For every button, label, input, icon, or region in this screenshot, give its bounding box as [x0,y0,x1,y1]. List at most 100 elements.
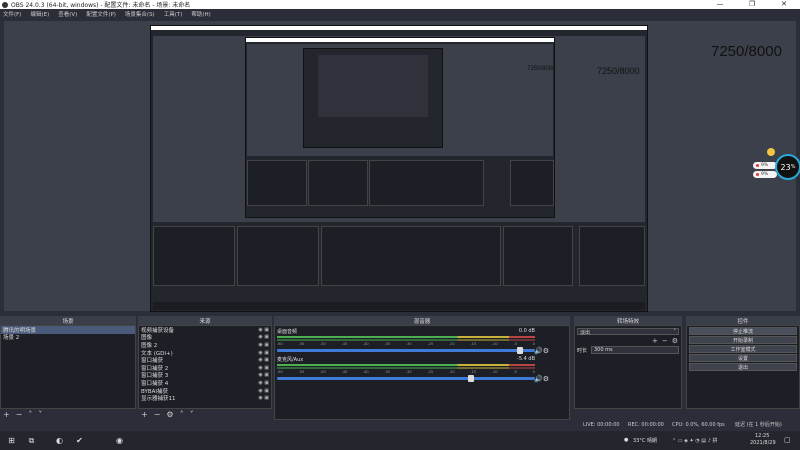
menu-profile[interactable]: 配置文件(P) [86,10,116,18]
scene-item[interactable]: 腾讯的明场景 [1,326,135,334]
controls-panel: 停止推流 开始录制 工作室模式 设置 退出 [686,325,800,409]
close-button[interactable]: ✕ [768,0,800,9]
visibility-lock-icon[interactable]: ◉ ▣ [258,395,269,401]
scale-tick: -55 [298,342,305,346]
scale-tick: -35 [384,370,391,374]
sources-list[interactable]: 视频捕获设备 ◉ ▣ 图像 ◉ ▣ 图像 2 ◉ ▣ 文本 (GDI+) ◉ ▣ 窗口捕… [138,325,272,409]
studio-mode-button[interactable]: 工作室模式 [689,345,797,353]
scale-tick: -5 [513,370,517,374]
menu-view[interactable]: 查看(V) [58,10,77,18]
scenes-header: 场景 [0,316,136,325]
menu-file[interactable]: 文件(F) [3,10,21,18]
steam-icon[interactable]: ✔ [74,435,85,446]
obs-logo-icon [2,1,8,8]
maximize-button[interactable]: ❐ [736,0,768,9]
scale-tick: -5 [513,342,517,346]
visibility-lock-icon[interactable]: ◉ ▣ [258,372,269,378]
menu-scene-collection[interactable]: 场景集合(S) [125,10,155,18]
remove-source-button[interactable]: − [154,410,161,419]
visibility-lock-icon[interactable]: ◉ ▣ [258,388,269,394]
stop-streaming-button[interactable]: 停止推流 [689,327,797,335]
menu-edit[interactable]: 编辑(E) [30,10,49,18]
system-tray-icons[interactable]: ⌃ ▭ ◈ ✦ ◔ ▤ ♪ 拼 [672,437,717,444]
lightbulb-icon [767,148,775,156]
notification-icon[interactable]: ▢ [784,436,791,444]
nested1-sources [237,226,319,286]
level-meter [277,336,535,338]
speaker-icon[interactable]: 🔊⚙ [534,347,549,355]
widget-pill-top: 9% [753,162,777,169]
volume-slider[interactable]: 🔊⚙ [277,347,549,355]
percent-sign: % [790,164,796,170]
duration-label: 时长 [577,347,588,354]
remove-scene-button[interactable]: − [16,410,23,419]
menu-tools[interactable]: 工具(T) [164,10,183,18]
move-down-button[interactable]: ˅ [38,410,42,419]
scale-tick: -30 [405,342,412,346]
volume-knob[interactable] [516,347,523,354]
nested-capture-1: 7250/8000 7250/8000 [150,25,648,312]
weather-text[interactable]: 33°C 晴朗 [633,437,657,444]
add-scene-button[interactable]: + [3,410,10,419]
clock-time[interactable]: 12:25 [755,433,769,439]
scale-tick: -50 [319,342,326,346]
scale-tick: -20 [448,342,455,346]
move-down-button[interactable]: ˅ [190,410,194,419]
task-view-icon[interactable]: ⧉ [26,435,37,446]
nested-titlebar-2 [246,38,554,42]
nested2-scenes [247,160,307,206]
visibility-lock-icon[interactable]: ◉ ▣ [258,380,269,386]
clock-date[interactable]: 2021/8/29 [750,440,776,446]
move-up-button[interactable]: ˄ [180,410,184,419]
mixer-channel-desktop: 桌面音频 0.0 dB -60 -55 -50 -45 -40 -35 -30 -25 -20 -1… [277,328,549,355]
windows-start-icon[interactable]: ⊞ [6,435,17,446]
controls-header: 控件 [686,316,800,325]
duration-input[interactable]: 300 ms [591,346,679,354]
scenes-list[interactable]: 腾讯的明场景 场景 2 [0,325,136,409]
source-item[interactable]: 显示器捕获11 ◉ ▣ [139,394,271,402]
mixer-channel-mic: 麦克风/Aux -5.4 dB -60 -55 -50 -45 -40 -35 -30 -25 -… [277,356,549,383]
visibility-lock-icon[interactable]: ◉ ▣ [258,350,269,356]
scale-tick: -30 [405,370,412,374]
transitions-panel: 淡出 ˅ + − ⚙ 时长 300 ms [574,325,682,409]
transition-type: 淡出 [580,330,591,336]
nested-preview-3 [318,55,428,117]
stat-dot-icon [756,164,759,167]
source-settings-gear-icon[interactable]: ⚙ [166,410,173,419]
menu-bar: 文件(F) 编辑(E) 查看(V) 配置文件(P) 场景集合(S) 工具(T) … [0,9,800,19]
chevron-down-icon: ˅ [673,329,677,335]
obs-taskbar-icon[interactable]: ◉ [114,435,125,446]
nested-capture-2 [245,37,555,218]
visibility-lock-icon[interactable]: ◉ ▣ [258,334,269,340]
add-source-button[interactable]: + [141,410,148,419]
edge-browser-icon[interactable]: ◐ [54,435,65,446]
volume-slider[interactable]: 🔊⚙ [277,375,549,383]
level-meter [277,339,535,341]
source-item[interactable]: 视频捕获设备 ◉ ▣ [139,326,271,334]
visibility-lock-icon[interactable]: ◉ ▣ [258,342,269,348]
volume-knob[interactable] [467,375,474,382]
channel-db: 0.0 dB [518,328,535,334]
nested1-taskbar [153,302,645,310]
menu-help[interactable]: 帮助(H) [191,10,210,18]
visibility-lock-icon[interactable]: ◉ ▣ [258,357,269,363]
remove-transition-button[interactable]: − [662,337,668,345]
transition-select[interactable]: 淡出 ˅ [577,328,679,336]
visibility-lock-icon[interactable]: ◉ ▣ [258,327,269,333]
counter-medium: 7250/8000 [597,66,640,76]
nested-preview-1: 7250/8000 7250/8000 [153,36,645,222]
scene-item[interactable]: 场景 2 [1,334,135,341]
exit-button[interactable]: 退出 [689,363,797,371]
preview-canvas[interactable]: 7250/8000 7250/8000 7250/8000 9% 9% 23% [4,21,800,312]
transition-gear-icon[interactable]: ⚙ [672,337,678,345]
transition-toolbar: + − ⚙ [575,337,681,345]
settings-button[interactable]: 设置 [689,354,797,362]
visibility-lock-icon[interactable]: ◉ ▣ [258,365,269,371]
speaker-icon[interactable]: 🔊⚙ [534,375,549,383]
scale-tick: -10 [491,370,498,374]
minimize-button[interactable]: — [704,0,736,9]
add-transition-button[interactable]: + [652,337,658,345]
move-up-button[interactable]: ˄ [28,410,32,419]
source-item[interactable]: 图像 ◉ ▣ [139,334,271,341]
start-recording-button[interactable]: 开始录制 [689,336,797,344]
